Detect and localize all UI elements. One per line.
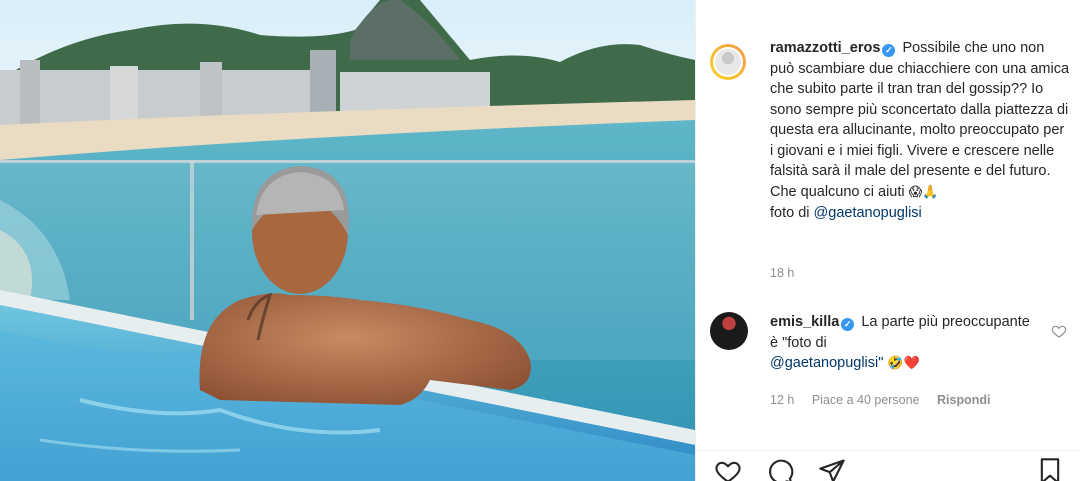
post-timestamp[interactable]: 18 h <box>770 266 794 280</box>
comment-body: emis_killa ✓ La parte più preoccupante è … <box>770 312 1040 375</box>
comment-meta: 12 h Piace a 40 persone Rispondi <box>770 393 1005 407</box>
comment-timestamp[interactable]: 12 h <box>770 393 794 407</box>
reply-button[interactable]: Rispondi <box>937 393 990 407</box>
post-side-panel: ramazzotti_eros ✓ Possibile che uno non p… <box>696 0 1080 481</box>
action-bar <box>696 450 1080 481</box>
comment-username[interactable]: emis_killa <box>770 314 839 330</box>
comment-likes[interactable]: Piace a 40 persone <box>812 393 920 407</box>
commenter-avatar[interactable] <box>710 312 748 350</box>
comment-icon[interactable] <box>766 457 794 481</box>
caption-text: Possibile che uno non può scambiare due … <box>770 40 1070 200</box>
photo-credit-mention[interactable]: @gaetanopuglisi <box>814 205 922 221</box>
verified-badge-icon: ✓ <box>882 44 896 57</box>
bookmark-icon[interactable] <box>1036 457 1064 481</box>
share-icon[interactable] <box>818 457 846 481</box>
author-avatar[interactable] <box>710 44 746 80</box>
author-username[interactable]: ramazzotti_eros <box>770 40 880 56</box>
comment-mention[interactable]: @gaetanopuglisi" <box>770 355 883 371</box>
comment-like-heart-icon[interactable] <box>1051 323 1067 339</box>
verified-badge-icon: ✓ <box>841 318 855 331</box>
post-photo[interactable] <box>0 0 695 481</box>
comment-emojis: 🤣❤️ <box>887 356 920 371</box>
caption-emojis: 😱🙏 <box>908 184 939 200</box>
photo-credit-prefix: foto di <box>770 205 810 221</box>
photo-image <box>0 0 695 481</box>
heart-icon[interactable] <box>714 457 742 481</box>
post-caption: ramazzotti_eros ✓ Possibile che uno non p… <box>770 38 1070 224</box>
